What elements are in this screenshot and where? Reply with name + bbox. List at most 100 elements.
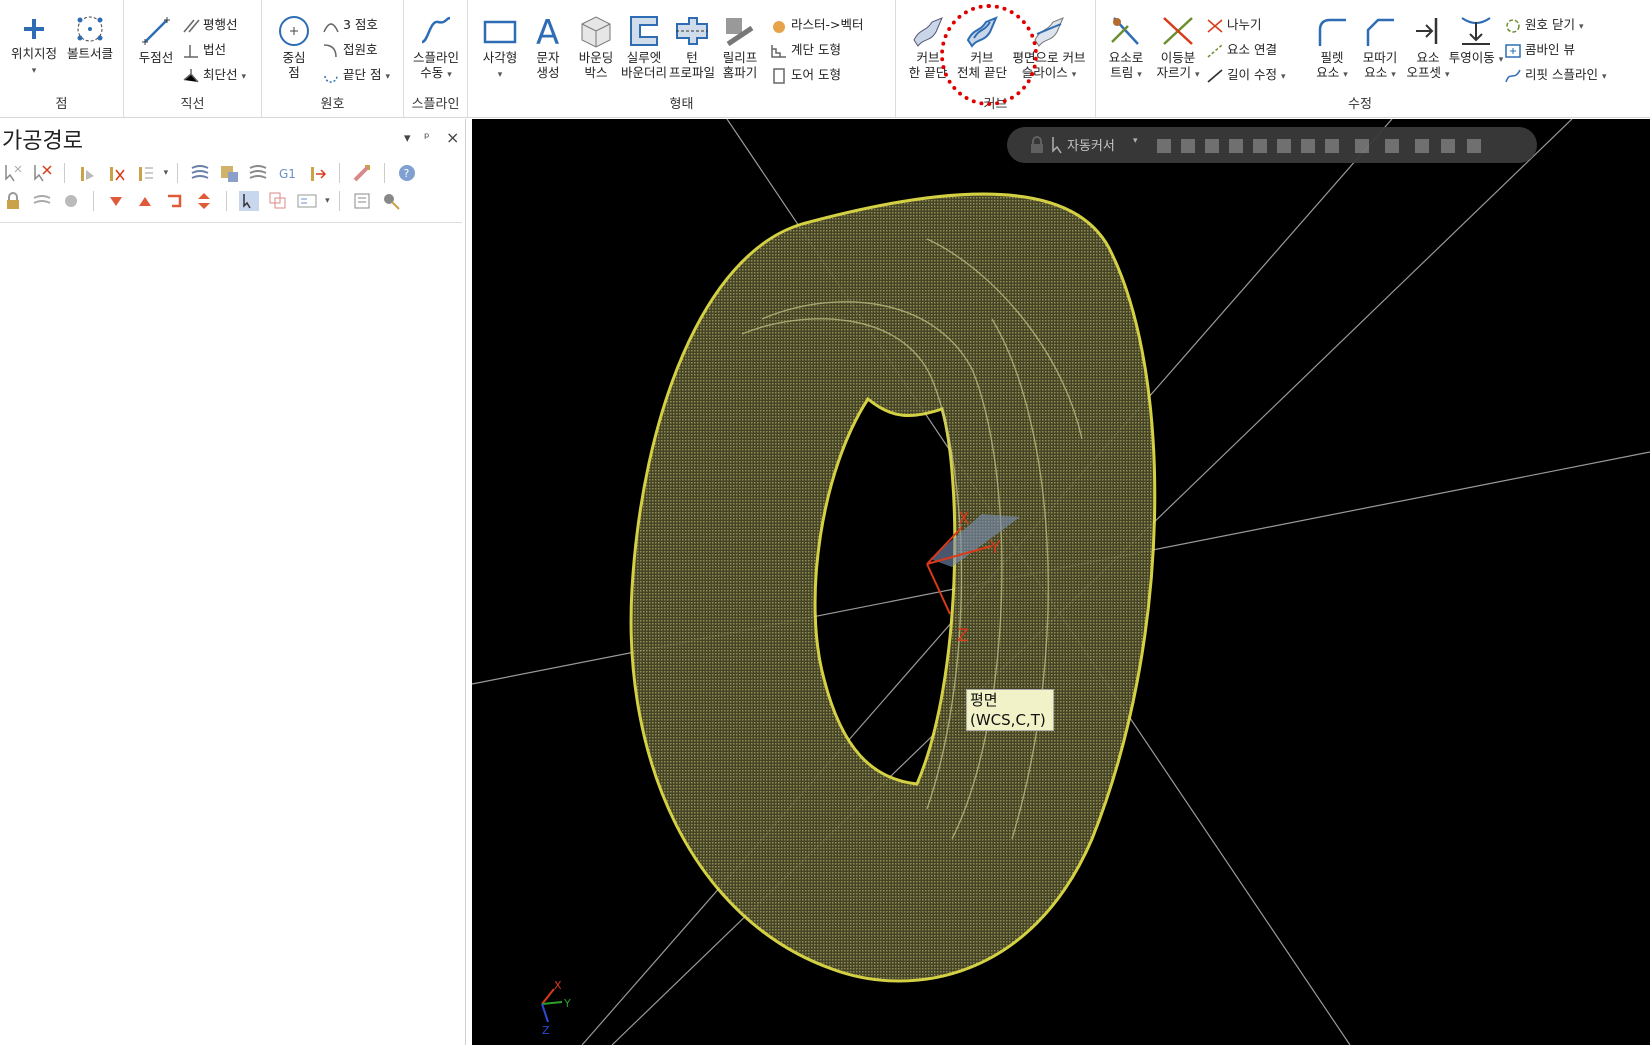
bounding-box-icon xyxy=(581,16,611,48)
regenerate-icon[interactable] xyxy=(76,162,98,184)
hand-raster-icon xyxy=(773,20,785,33)
simulate-icon[interactable] xyxy=(247,162,269,184)
triad-z-label: Z xyxy=(957,626,969,646)
group-arc: 중심 점 3 점호 접원호 끝단 점 ▾ 원호 xyxy=(262,0,404,118)
group-display-icon[interactable] xyxy=(296,190,318,212)
deselect-icon[interactable] xyxy=(31,162,53,184)
scroll-icon[interactable] xyxy=(193,190,215,212)
bolt-circle-button[interactable]: 볼트서클 xyxy=(62,14,118,61)
bisect-icon xyxy=(1163,17,1193,45)
verify-icon[interactable] xyxy=(218,162,240,184)
insert-arrow-icon[interactable] xyxy=(164,190,186,212)
combine-view-button[interactable]: 콤바인 뷰 xyxy=(1504,39,1575,61)
relief-groove-button[interactable]: 릴리프 홈파기 xyxy=(712,14,768,80)
group-label-point: 점 xyxy=(55,97,68,112)
regenerate-dirty-icon[interactable] xyxy=(105,162,127,184)
view-tools-icon[interactable] xyxy=(1157,136,1517,156)
post-selected-icon[interactable] xyxy=(306,162,328,184)
refit-spline-button[interactable]: 리핏 스플라인 ▾ xyxy=(1504,64,1607,86)
highlight-annotation xyxy=(940,4,1038,106)
move-up-icon[interactable] xyxy=(134,190,156,212)
manual-spline-button[interactable]: 스플라인 수동 ▾ xyxy=(408,14,464,83)
tooltip-line-1: 평면 xyxy=(970,691,998,709)
normal-line-button[interactable]: 법선 xyxy=(182,39,226,61)
graphics-viewport[interactable]: X Y Z X Y Z 자동커서 ▾ 평면 (WCS,C,T) xyxy=(472,119,1650,1045)
two-point-line-button[interactable]: 두점선 xyxy=(128,14,184,65)
join-icon xyxy=(1207,43,1223,58)
viewport-tool-icons xyxy=(1157,136,1517,154)
plane-tooltip: 평면 (WCS,C,T) xyxy=(966,689,1054,731)
end-point-arc-button[interactable]: 끝단 점 ▾ xyxy=(322,64,390,86)
close-arc-icon xyxy=(1506,18,1520,33)
toolpaths-panel: 가공경로 ▾ ᵖ × ▾ G1 ? ▾ xyxy=(0,119,466,1045)
settings-tool-icon[interactable] xyxy=(380,190,402,212)
cursor-icon[interactable] xyxy=(1049,135,1069,155)
sort-icon[interactable] xyxy=(134,162,156,184)
select-toolpath-icon[interactable] xyxy=(238,190,260,212)
tool-manager-icon[interactable] xyxy=(351,190,373,212)
project-move-button[interactable]: 투영이동 ▾ xyxy=(1448,14,1504,68)
torus-model[interactable] xyxy=(629,192,1157,983)
help-icon[interactable]: ? xyxy=(396,162,418,184)
center-point-arc-button[interactable]: 중심 점 xyxy=(266,14,322,80)
position-button[interactable]: 위치지정 ▾ xyxy=(6,14,62,79)
two-point-line-icon xyxy=(142,17,170,45)
group-spline: 스플라인 수동 ▾ 스플라인 xyxy=(404,0,468,118)
view-gnomon xyxy=(541,988,563,1023)
g1-icon[interactable]: G1 xyxy=(277,162,299,184)
panel-pin-button[interactable]: ᵖ xyxy=(424,131,430,146)
parallel-line-button[interactable]: 평행선 xyxy=(182,14,238,36)
model-canvas: X Y Z X Y Z xyxy=(472,119,1650,1045)
door-shape-button[interactable]: 도어 도형 xyxy=(770,64,841,86)
lock-icon[interactable] xyxy=(2,190,24,212)
gnomon-y-label: Y xyxy=(563,997,571,1010)
backplot-icon[interactable] xyxy=(189,162,211,184)
tangent-arc-button[interactable]: 접원호 xyxy=(322,39,378,61)
letter-a-icon: A xyxy=(536,14,559,48)
group-modify: 요소로 트림 ▾ 이등분 자르기 ▾ 나누기 요소 연결 길이 수정 ▾ 필렛 요소 … xyxy=(1096,0,1624,118)
group-point: 위치지정 ▾ 볼트서클 점 xyxy=(0,0,124,118)
trim-icon xyxy=(1111,17,1139,45)
silhouette-icon xyxy=(630,16,658,46)
project-icon xyxy=(1461,17,1491,45)
move-down-icon[interactable] xyxy=(105,190,127,212)
group-label-line: 직선 xyxy=(180,97,205,112)
panel-dropdown-button[interactable]: ▾ xyxy=(404,131,411,146)
modify-length-button[interactable]: 길이 수정 ▾ xyxy=(1206,64,1286,86)
normal-line-icon xyxy=(184,44,198,58)
ribbon: 위치지정 ▾ 볼트서클 점 두점선 평행선 법선 최단선 ▾ 직선 중심 점 3 점… xyxy=(0,0,1650,118)
shortest-line-button[interactable]: 최단선 ▾ xyxy=(182,64,246,86)
panel-close-button[interactable]: × xyxy=(446,128,459,147)
chamfer-icon xyxy=(1366,18,1394,46)
toggle-display-icon[interactable] xyxy=(31,190,53,212)
copy-toolpath-icon[interactable] xyxy=(267,190,289,212)
rectangle-icon xyxy=(483,20,517,44)
three-point-arc-button[interactable]: 3 점호 xyxy=(322,14,378,36)
raster-to-vector-button[interactable]: 라스터->벡터 xyxy=(770,14,863,36)
end-point-arc-icon xyxy=(324,75,338,83)
svg-text:A: A xyxy=(536,14,559,48)
tooltip-line-2: (WCS,C,T) xyxy=(970,711,1046,729)
join-entity-button[interactable]: 요소 연결 xyxy=(1206,39,1277,61)
autocursor-dropdown[interactable]: 자동커서 xyxy=(1067,135,1115,154)
svg-text:?: ? xyxy=(404,167,410,180)
group-label-shape: 형태 xyxy=(669,97,694,112)
bisect-cut-button[interactable]: 이등분 자르기 ▾ xyxy=(1150,14,1206,83)
stair-shape-button[interactable]: 계단 도형 xyxy=(770,39,841,61)
panel-toolbar-row-2: ▾ xyxy=(2,190,404,212)
toolpath-tree[interactable] xyxy=(0,222,462,1045)
close-arc-button[interactable]: 원호 닫기 ▾ xyxy=(1504,14,1584,36)
divide-button[interactable]: 나누기 xyxy=(1206,14,1262,36)
turn-profile-icon xyxy=(676,17,708,45)
svg-text:G1: G1 xyxy=(279,167,296,181)
select-all-icon[interactable] xyxy=(2,162,24,184)
highspeed-icon[interactable] xyxy=(351,162,373,184)
refit-spline-icon xyxy=(1505,69,1521,82)
viewport-quick-toolbar: 자동커서 ▾ xyxy=(1007,127,1537,163)
lock-icon[interactable] xyxy=(1027,135,1047,155)
posting-icon[interactable] xyxy=(60,190,82,212)
center-circle-icon xyxy=(279,16,309,46)
trim-to-entity-button[interactable]: 요소로 트림 ▾ xyxy=(1098,14,1154,83)
gnomon-x-label: X xyxy=(554,979,562,992)
tangent-arc-icon xyxy=(323,43,337,57)
